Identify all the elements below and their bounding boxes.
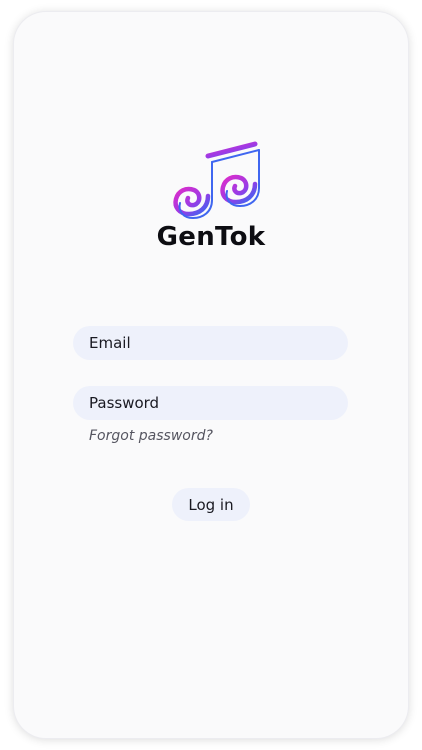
email-field[interactable]: [73, 326, 348, 360]
music-note-icon: [159, 138, 275, 226]
app-name: GenTok: [156, 222, 266, 252]
login-screen: GenTok Forgot password? Log in: [14, 12, 408, 738]
login-button[interactable]: Log in: [172, 488, 250, 521]
password-field[interactable]: [73, 386, 348, 420]
forgot-password-link[interactable]: Forgot password?: [89, 428, 213, 444]
